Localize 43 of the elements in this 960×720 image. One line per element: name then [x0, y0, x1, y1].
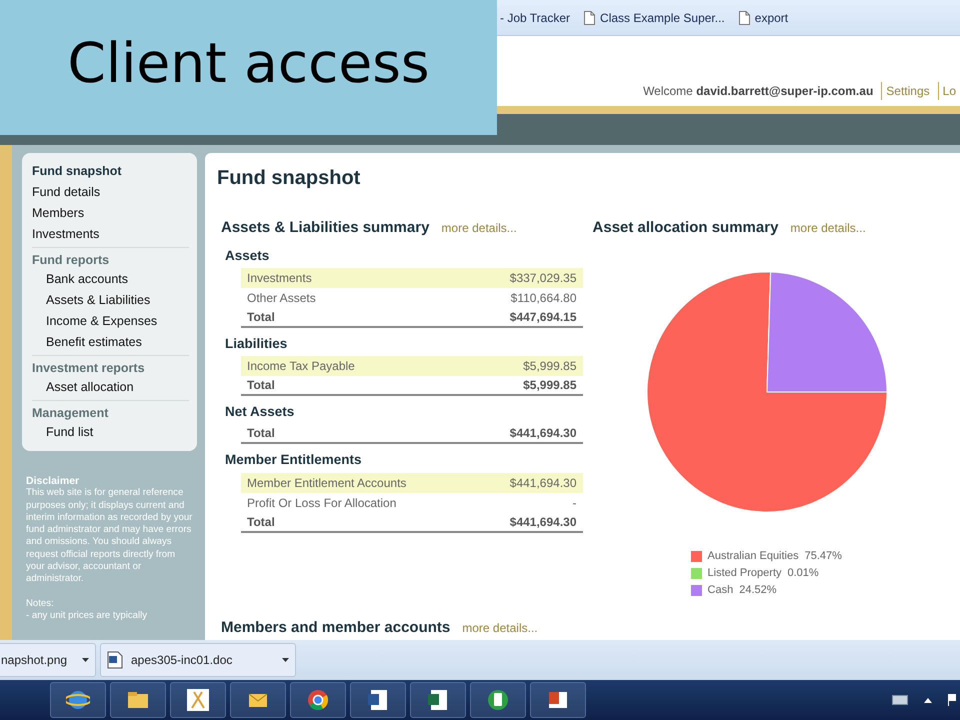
row-value: $441,694.30	[510, 474, 577, 492]
nav-heading: Investment reports	[32, 355, 189, 377]
download-name: napshot.png	[1, 652, 68, 669]
slide-title: Client access	[0, 0, 497, 135]
row-value: $5,999.85	[523, 377, 577, 394]
row-value: -	[572, 494, 577, 512]
row-label: Total	[247, 425, 275, 442]
row-value: $5,999.85	[523, 358, 577, 375]
row-value: $337,029.35	[510, 270, 577, 287]
welcome-text: Welcome david.barrett@super-ip.com.au	[643, 83, 874, 100]
row-value: $441,694.30	[510, 514, 577, 530]
group-heading: Assets	[225, 246, 270, 264]
page-title: Fund snapshot	[217, 166, 362, 191]
notes-title: Notes:	[26, 598, 55, 610]
legend-label: Cash	[708, 582, 734, 598]
row-value: $110,664.80	[510, 290, 577, 307]
legend-label: Australian Equities	[708, 548, 799, 564]
legend-value: 24.52%	[739, 582, 777, 598]
legend-label: Listed Property	[708, 566, 782, 581]
notes-text: - any unit prices are typically	[26, 610, 148, 622]
group-heading: Liabilities	[225, 334, 288, 353]
legend-value: 0.01%	[788, 566, 819, 581]
row-label: Income Tax Payable	[247, 358, 355, 375]
legend-value: 75.47%	[804, 548, 842, 564]
disclaimer-title: Disclaimer	[26, 475, 80, 488]
row-label: Total	[247, 308, 275, 326]
nav-heading: Management	[32, 400, 189, 422]
section-title: Members and member accounts	[221, 618, 450, 638]
row-label: Other Assets	[247, 290, 316, 307]
row-label: Profit Or Loss For Allocation	[247, 494, 396, 512]
nav-heading: Fund reports	[32, 247, 189, 269]
download-name: apes305-inc01.doc	[131, 652, 232, 669]
row-label: Total	[247, 514, 275, 530]
row-value: $441,694.30	[510, 425, 577, 442]
section-title: Assets & Liabilities summary	[221, 218, 430, 238]
row-value: $447,694.15	[510, 308, 577, 326]
group-heading: Net Assets	[225, 403, 296, 421]
disclaimer-text: This web site is for general reference purposes only; it displays current and interim information as recorded by your fund adminstrator and may have errors and omissions. You should always request official reports directly from your advisor, accountant or administrator.	[26, 487, 193, 586]
row-label: Member Entitlement Accounts	[247, 474, 406, 492]
section-title: Asset allocation summary	[592, 218, 778, 238]
row-label: Investments	[247, 270, 312, 287]
row-label: Total	[247, 377, 275, 394]
group-heading: Member Entitlements	[225, 451, 363, 470]
